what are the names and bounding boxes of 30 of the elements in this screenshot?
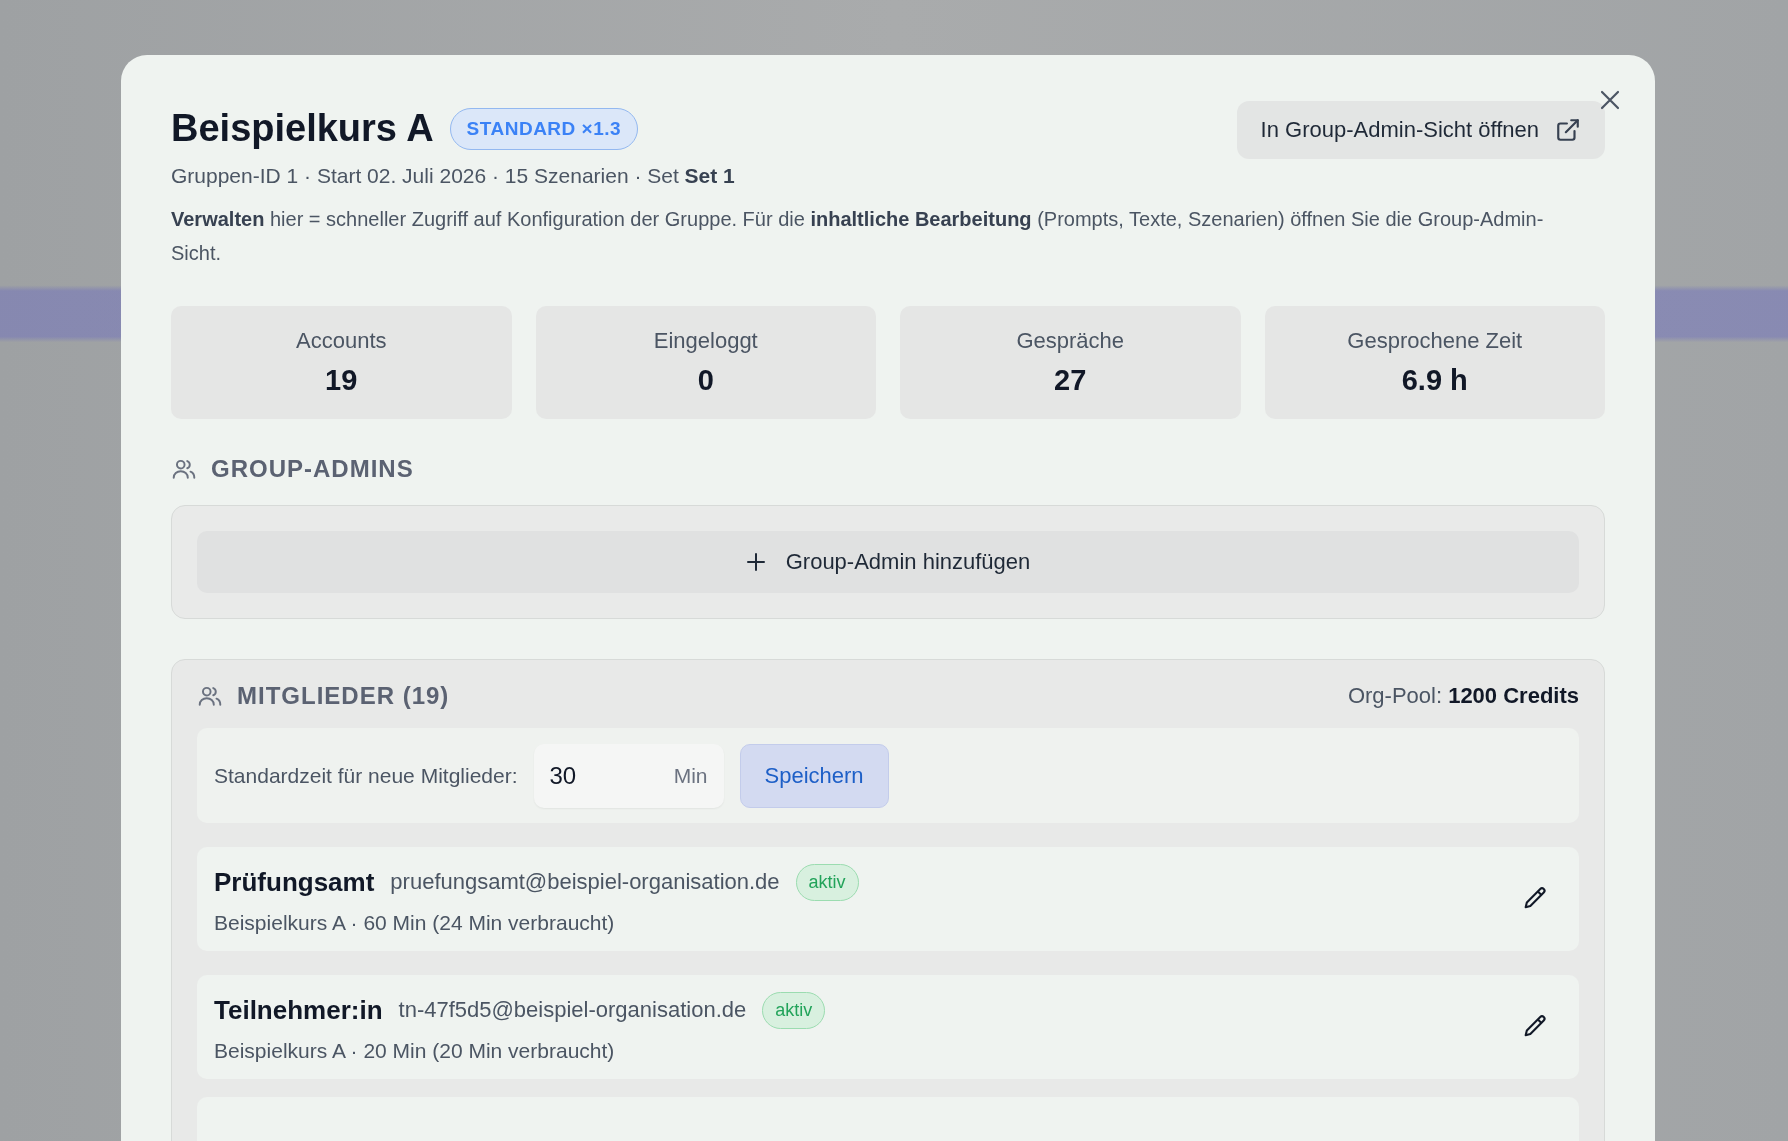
section-heading: GROUP-ADMINS [211,455,414,483]
external-link-icon [1555,117,1581,143]
member-name: Teilnehmer:in [214,994,383,1026]
tier-badge: STANDARD ×1.3 [449,107,639,150]
stat-value: 27 [1054,364,1087,397]
open-admin-view-button[interactable]: In Group-Admin-Sicht öffnen [1236,101,1605,159]
stat-value: 0 [697,364,714,397]
member-email: tn-47f5d5@beispiel-organisation.de [398,997,747,1023]
dialog-title: Beispielkurs A [171,107,434,150]
stat-value: 6.9 h [1401,364,1468,397]
add-group-admin-button[interactable]: Group-Admin hinzufügen [197,531,1579,593]
member-email: pruefungsamt@beispiel-organisation.de [390,869,780,895]
section-heading: MITGLIEDER (19) [237,682,450,710]
plus-icon [745,552,766,572]
info-note: Verwalten hier = schneller Zugriff auf Konfiguration der Gruppe. Für die inhaltliche Bearbeitung (Prompts, Texte, Szenarien) öffnen Sie die Group-Admin-Sicht. [171,207,1545,266]
stat-label: Eingeloggt [653,328,758,354]
org-pool-credits: Org-Pool: 1200 Credits [1347,683,1579,709]
unit-label: Min [673,763,708,788]
stat-label: Gesprochene Zeit [1347,328,1523,354]
default-time-label: Standardzeit für neue Mitglieder: [214,763,518,788]
status-badge: aktiv [795,863,859,901]
member-detail: Beispielkurs A · 60 Min (24 Min verbraucht) [214,910,616,935]
stat-label: Accounts [296,328,387,354]
group-meta: Gruppen-ID 1 · Start 02. Juli 2026 · 15 Szenarien · Set Set 1 [171,164,735,188]
member-name: Prüfungsamt [214,866,375,898]
stat-value: 19 [325,364,358,397]
status-badge: aktiv [762,991,826,1029]
member-detail: Beispielkurs A · 20 Min (20 Min verbraucht) [214,1038,616,1063]
save-button[interactable]: Speichern [739,743,889,808]
stat-label: Gespräche [1016,328,1125,354]
